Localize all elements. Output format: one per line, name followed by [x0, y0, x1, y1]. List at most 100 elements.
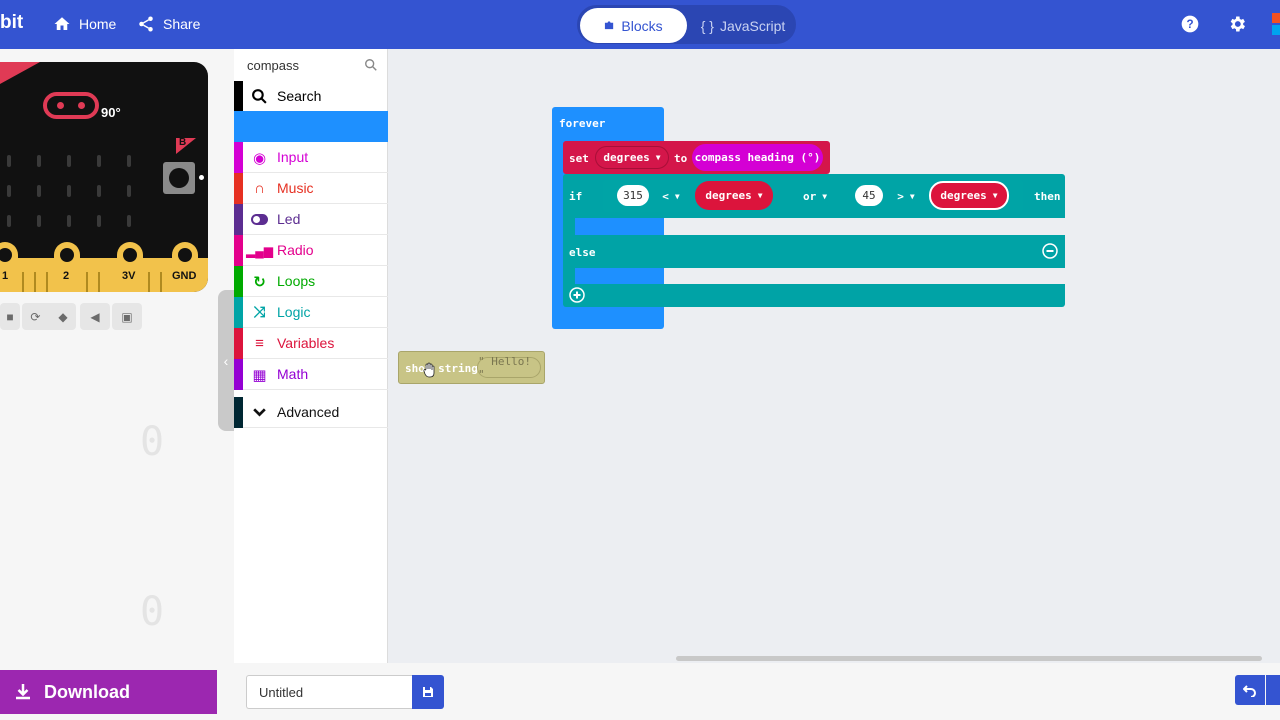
string-value: " Hello! " — [478, 354, 531, 381]
category-color-bar — [234, 328, 243, 359]
led — [127, 155, 131, 167]
category-color-bar — [234, 297, 243, 328]
redo-button[interactable] — [1266, 675, 1280, 705]
editor-mode-toggle: Blocks { } JavaScript — [577, 5, 796, 44]
caret-down-icon: ▼ — [757, 191, 763, 200]
gear-icon — [1230, 16, 1245, 32]
category-input[interactable]: ◉ Input — [234, 142, 388, 173]
puzzle-icon — [605, 21, 614, 30]
category-color-bar — [234, 142, 243, 173]
tab-javascript[interactable]: { } JavaScript — [693, 8, 793, 43]
home-button[interactable]: Home — [53, 15, 116, 33]
edge-stripe — [22, 272, 24, 292]
show-string-label: show string — [405, 362, 478, 375]
workspace-horizontal-scrollbar[interactable] — [676, 656, 1262, 661]
string-input[interactable]: " Hello! " — [477, 354, 541, 381]
button-indicator-dot — [199, 175, 204, 180]
category-advanced[interactable]: Advanced — [234, 397, 388, 428]
to-keyword: to — [674, 152, 688, 165]
led — [7, 155, 11, 167]
if-block-footer — [563, 284, 1065, 307]
category-color-bar — [234, 266, 243, 297]
category-label: Search — [277, 88, 322, 104]
category-loops[interactable]: ↻ Loops — [234, 266, 388, 297]
category-label: Input — [277, 149, 309, 165]
project-name-input[interactable]: Untitled — [246, 675, 412, 709]
operator-dropdown[interactable]: > ▼ — [890, 187, 922, 206]
download-button[interactable]: Download — [0, 670, 217, 714]
category-search[interactable]: Search — [234, 81, 388, 112]
led — [7, 185, 11, 197]
category-radio[interactable]: ▂▄▆ Radio — [234, 235, 388, 266]
if-block-spine — [563, 268, 575, 284]
category-color-bar — [234, 81, 243, 112]
if-else-block[interactable]: if 315 < ▼ degrees ▼ or ▼ 45 > ▼ degrees ▼ th… — [563, 174, 1065, 218]
toolbox-search-input[interactable]: compass — [234, 49, 388, 81]
category-color-bar — [234, 359, 243, 390]
boolean-operator-dropdown[interactable]: or ▼ — [797, 186, 833, 207]
undo-button[interactable] — [1235, 675, 1265, 705]
slow-motion-icon[interactable]: ◆ — [58, 310, 67, 324]
compass-heading-label: compass heading (°) — [694, 151, 821, 164]
set-keyword: set — [569, 152, 589, 165]
toolbox-search-value: compass — [247, 57, 300, 73]
led — [127, 215, 131, 227]
search-result-highlight[interactable] — [234, 111, 388, 142]
category-led[interactable]: Led — [234, 204, 388, 235]
add-else-if-icon[interactable] — [569, 287, 585, 303]
collapse-simulator-button[interactable]: ‹ — [218, 290, 234, 431]
operator-dropdown[interactable]: < ▼ — [653, 187, 689, 206]
search-icon — [252, 89, 267, 104]
category-color-bar — [234, 173, 243, 204]
variable-reporter[interactable]: degrees ▼ — [695, 181, 773, 210]
category-label: Logic — [277, 304, 311, 320]
restart-icon[interactable]: ⟳ — [30, 310, 40, 324]
if-block-spine — [563, 218, 575, 235]
fullscreen-button[interactable]: ▣ — [112, 303, 142, 330]
remove-else-icon[interactable] — [1042, 243, 1058, 259]
chevron-down-icon — [253, 408, 266, 417]
caret-down-icon: ▼ — [655, 153, 661, 162]
compass-heading-block[interactable]: compass heading (°) — [692, 144, 823, 171]
show-string-block[interactable]: show string " Hello! " — [398, 351, 545, 384]
led — [7, 215, 11, 227]
pin-label: 3V — [122, 270, 136, 282]
category-variables[interactable]: ≡ Variables — [234, 328, 388, 359]
tab-javascript-label: JavaScript — [719, 17, 786, 34]
number-input[interactable]: 45 — [855, 185, 883, 206]
category-math[interactable]: ▦ Math — [234, 359, 388, 390]
variable-reporter[interactable]: degrees ▼ — [929, 181, 1009, 210]
category-label: Led — [277, 211, 301, 227]
variable-dropdown[interactable]: degrees ▼ — [595, 146, 669, 169]
edge-stripe — [86, 272, 88, 292]
toolbox: compass Search ◉ Input ∩ Music Led ▂▄▆ R… — [234, 49, 388, 663]
stop-button[interactable]: ■ — [0, 303, 20, 330]
led — [67, 215, 71, 227]
toggle-icon — [251, 211, 268, 228]
project-name-value: Untitled — [259, 684, 304, 700]
chevron-left-icon: ‹ — [223, 352, 229, 369]
led — [37, 155, 41, 167]
settings-button[interactable] — [1227, 14, 1247, 34]
compass-heading-readout: 90° — [101, 105, 121, 120]
set-variable-block[interactable]: set degrees ▼ to compass heading (°) — [563, 141, 830, 174]
sim-control-group: ⟳ ◆ — [22, 303, 76, 330]
download-icon — [16, 684, 30, 700]
number-input[interactable]: 315 — [617, 185, 649, 206]
button-b[interactable] — [163, 162, 195, 194]
home-icon — [54, 17, 70, 30]
tab-blocks[interactable]: Blocks — [580, 8, 687, 43]
microbit-board[interactable]: 90° B 1 2 3V GND — [0, 62, 208, 292]
shuffle-icon: ⤨ — [253, 304, 266, 321]
share-button[interactable]: Share — [137, 15, 200, 33]
else-section[interactable]: else — [563, 235, 1065, 268]
led — [37, 215, 41, 227]
category-music[interactable]: ∩ Music — [234, 173, 388, 204]
led — [37, 185, 41, 197]
mute-button[interactable]: ◀ — [80, 303, 110, 330]
search-icon[interactable] — [364, 58, 378, 72]
brand-logo[interactable]: bit — [0, 12, 23, 34]
category-logic[interactable]: ⤨ Logic — [234, 297, 388, 328]
help-button[interactable]: ? — [1180, 14, 1200, 34]
save-button[interactable] — [412, 675, 444, 709]
